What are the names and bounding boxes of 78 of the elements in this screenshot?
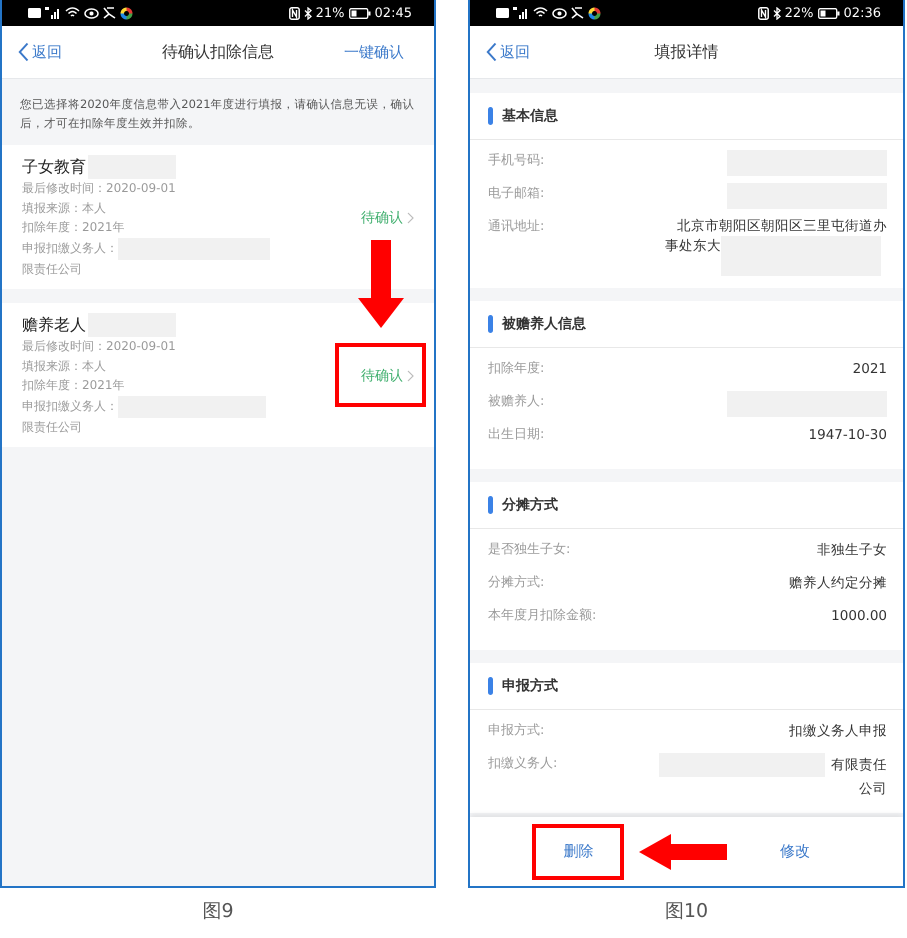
- back-icon: [486, 42, 497, 62]
- bluetooth-icon: [772, 6, 781, 20]
- section-title: 申报方式: [502, 677, 558, 695]
- battery-percent: 21%: [316, 6, 345, 20]
- section-marker: [488, 107, 493, 125]
- action-button[interactable]: 删除: [532, 824, 624, 880]
- status-link[interactable]: 待确认: [335, 185, 426, 249]
- item-detail: 最后修改时间：2020-09-01: [22, 180, 176, 197]
- clock-time: 02:45: [374, 6, 412, 20]
- back-button[interactable]: 返回: [486, 42, 530, 62]
- status-icon: [571, 7, 584, 19]
- field-value: 1947-10-30: [808, 426, 887, 445]
- field-label: 出生日期:: [488, 426, 544, 444]
- nfc-icon: [288, 6, 300, 20]
- item-detail: 填报来源：本人: [22, 200, 106, 216]
- field-value: 赡养人约定分摊: [789, 574, 887, 593]
- field-label: 被赡养人:: [488, 393, 544, 411]
- field-label: 手机号码:: [488, 152, 544, 170]
- field-label: 扣除年度:: [488, 360, 544, 378]
- field-value: 事处东大: [665, 237, 721, 256]
- item-detail: 申报扣缴义务人：: [22, 398, 118, 415]
- chevron-icon: [407, 212, 414, 224]
- nfc-icon: [758, 6, 769, 20]
- field-label: 是否独生子女:: [488, 541, 570, 559]
- wifi-icon: [533, 7, 548, 19]
- field-label: 分摊方式:: [488, 574, 544, 592]
- eye-icon: [552, 8, 567, 18]
- field-label: 扣缴义务人:: [488, 755, 558, 773]
- section-title: 分摊方式: [502, 496, 558, 514]
- item-detail: 最后修改时间：2020-09-01: [22, 338, 176, 355]
- section-marker: [488, 496, 493, 514]
- figure-caption: 图10: [664, 899, 708, 924]
- notice-text: 您已选择将2020年度信息带入2021年度进行填报，请确认信息无误，确认后，才可在扣除年度生效并扣除。: [19, 96, 416, 132]
- deduction-card[interactable]: 子女教育 最后修改时间：2020-09-01 填报来源：本人 扣除年度：2021年 申报扣缴义务人： 限责任公司 待确认: [2, 145, 434, 289]
- chevron-icon: [407, 370, 414, 382]
- page-title: 待确认扣除信息: [162, 42, 274, 62]
- field-value: 北京市朝阳区朝阳区三里屯街道办: [676, 217, 887, 236]
- signal-icon: [45, 7, 61, 19]
- page-title: 填报详情: [654, 42, 718, 62]
- app-icon: [120, 6, 133, 20]
- field-value: 2021: [852, 360, 887, 379]
- item-detail: 申报扣缴义务人：: [22, 240, 118, 257]
- back-button[interactable]: 返回: [18, 42, 62, 62]
- item-detail: 填报来源：本人: [22, 358, 106, 374]
- field-label: 本年度月扣除金额:: [488, 607, 596, 625]
- eye-icon: [84, 8, 99, 18]
- section-marker: [488, 677, 493, 695]
- item-detail: 扣除年度：2021年: [22, 219, 125, 236]
- back-icon: [18, 42, 29, 62]
- battery-percent: 22%: [784, 6, 814, 20]
- clock-time: 02:36: [844, 6, 881, 20]
- section-title: 被赡养人信息: [502, 315, 586, 333]
- deduction-card[interactable]: 赡养老人 最后修改时间：2020-09-01 填报来源：本人 扣除年度：2021年 申报扣缴义务人： 限责任公司 待确认: [2, 303, 434, 447]
- signal-icon: [513, 7, 529, 19]
- bluetooth-icon: [304, 6, 312, 20]
- item-detail: 限责任公司: [22, 418, 82, 436]
- field-label: 申报方式:: [488, 722, 544, 740]
- wifi-icon: [65, 7, 80, 19]
- app-icon: [588, 6, 601, 20]
- section-marker: [488, 315, 493, 333]
- item-title: 赡养老人: [22, 314, 86, 336]
- field-label: 电子邮箱:: [488, 185, 544, 203]
- item-title: 子女教育: [22, 156, 86, 178]
- action-button[interactable]: 修改: [748, 824, 841, 880]
- item-detail: 扣除年度：2021年: [22, 377, 125, 394]
- figure-caption: 图9: [202, 899, 234, 924]
- field-value: 非独生子女: [817, 541, 887, 560]
- item-detail: 限责任公司: [22, 260, 82, 278]
- field-label: 通讯地址:: [488, 218, 544, 236]
- status-link[interactable]: 待确认: [335, 343, 426, 407]
- battery-icon: [818, 8, 840, 18]
- field-value: 1000.00: [831, 607, 887, 626]
- field-value: 扣缴义务人申报: [789, 722, 887, 741]
- confirm-all-link[interactable]: 一键确认: [344, 42, 418, 62]
- battery-icon: [348, 8, 371, 18]
- status-icon: [103, 7, 116, 19]
- field-value: 有限责任公司: [830, 756, 887, 799]
- section-title: 基本信息: [502, 107, 558, 125]
